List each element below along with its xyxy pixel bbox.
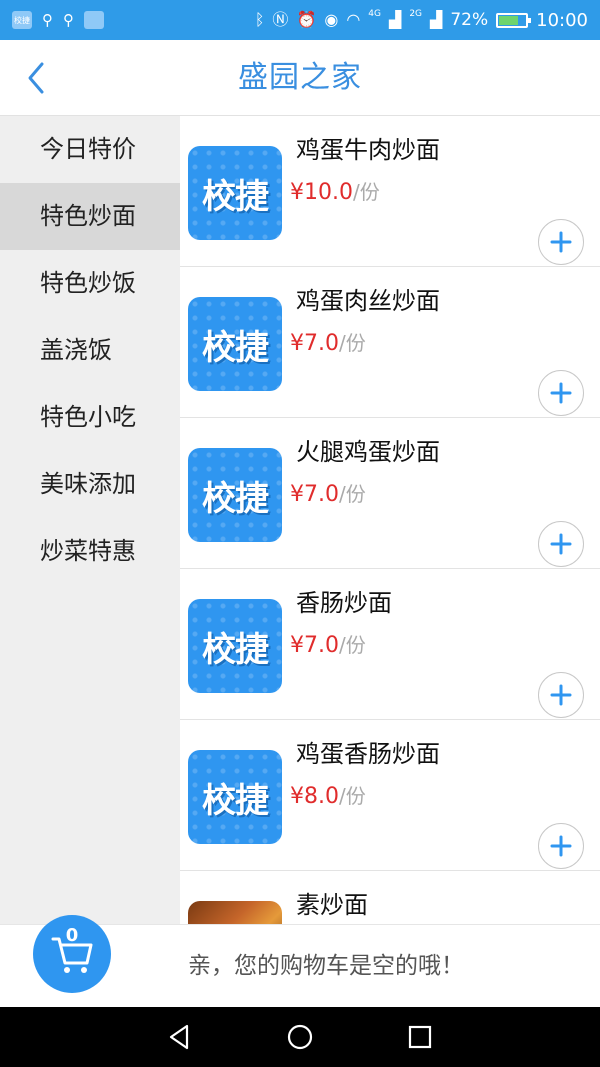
product-name: 鸡蛋肉丝炒面 <box>296 287 440 315</box>
plus-icon <box>550 533 572 555</box>
sidebar-item-rice-bowl[interactable]: 盖浇饭 <box>0 317 180 384</box>
plus-icon <box>550 835 572 857</box>
plus-icon <box>550 684 572 706</box>
network-2g-label: 2G <box>409 9 423 19</box>
product-item[interactable]: 校捷 香肠炒面 ¥7.0/份 <box>180 569 600 720</box>
usb-icon: ⚲ <box>42 11 53 29</box>
plus-icon <box>550 382 572 404</box>
square-recent-icon <box>408 1025 432 1049</box>
product-price-row: ¥7.0/份 <box>290 327 366 356</box>
product-price-row: ¥10.0/份 <box>290 176 380 205</box>
battery-percent: 72% <box>450 10 489 30</box>
bluetooth-icon: ᛒ <box>254 10 265 29</box>
sidebar-item-today-special[interactable]: 今日特价 <box>0 116 180 183</box>
eye-icon: ◉ <box>324 10 339 29</box>
status-bar: 校捷 ⚲ ⚲ ᛒ Ⓝ ⏰ ◉ ◠ 4G ▟ 2G ▟ 72% 10:00 <box>0 0 600 40</box>
status-right: ᛒ Ⓝ ⏰ ◉ ◠ 4G ▟ 2G ▟ 72% 10:00 <box>254 9 588 31</box>
product-image-logo: 校捷 <box>202 478 269 519</box>
back-chevron-icon <box>28 62 44 94</box>
app-header: 盛园之家 <box>0 40 600 116</box>
cart-button[interactable]: 0 <box>33 915 111 993</box>
sidebar-item-extras[interactable]: 美味添加 <box>0 451 180 518</box>
add-to-cart-button[interactable] <box>538 672 584 718</box>
battery-fill <box>499 15 518 25</box>
product-image-logo: 校捷 <box>202 780 269 821</box>
wifi-icon: ◠ <box>346 10 361 29</box>
nav-recent-button[interactable] <box>400 1017 440 1057</box>
product-price-row: ¥7.0/份 <box>290 629 366 658</box>
usb-icon-2: ⚲ <box>63 11 74 29</box>
product-price: ¥7.0 <box>290 482 339 507</box>
product-price: ¥7.0 <box>290 633 339 658</box>
product-name: 素炒面 <box>296 891 368 919</box>
product-price: ¥7.0 <box>290 331 339 356</box>
product-image: 校捷 <box>188 146 282 240</box>
product-price-row: ¥7.0/份 <box>290 478 366 507</box>
product-item[interactable]: 校捷 鸡蛋香肠炒面 ¥8.0/份 <box>180 720 600 871</box>
nav-back-button[interactable] <box>160 1017 200 1057</box>
product-image: 校捷 <box>188 599 282 693</box>
network-4g-label: 4G <box>368 9 381 19</box>
product-name: 鸡蛋牛肉炒面 <box>296 136 440 164</box>
product-list[interactable]: 校捷 鸡蛋牛肉炒面 ¥10.0/份 校捷 鸡蛋肉丝炒面 ¥7.0/份 校捷 火腿… <box>180 116 600 924</box>
product-unit: /份 <box>338 331 366 355</box>
product-item[interactable]: 校捷 鸡蛋肉丝炒面 ¥7.0/份 <box>180 267 600 418</box>
add-to-cart-button[interactable] <box>538 219 584 265</box>
sidebar-item-snacks[interactable]: 特色小吃 <box>0 384 180 451</box>
product-image-logo: 校捷 <box>202 629 269 670</box>
product-item[interactable]: 素炒面 <box>180 871 600 924</box>
triangle-back-icon <box>169 1024 189 1050</box>
xiaojie-app-icon: 校捷 <box>12 11 32 29</box>
category-sidebar: 今日特价 特色炒面 特色炒饭 盖浇饭 特色小吃 美味添加 炒菜特惠 <box>0 116 180 924</box>
product-photo <box>188 901 282 924</box>
plus-icon <box>550 231 572 253</box>
product-price-row: ¥8.0/份 <box>290 780 366 809</box>
cart-empty-message: 亲，您的购物车是空的哦！ <box>188 953 464 979</box>
product-name: 火腿鸡蛋炒面 <box>296 438 440 466</box>
product-unit: /份 <box>338 633 366 657</box>
product-image: 校捷 <box>188 750 282 844</box>
product-image-logo: 校捷 <box>202 327 269 368</box>
product-unit: /份 <box>352 180 380 204</box>
product-unit: /份 <box>338 482 366 506</box>
product-item[interactable]: 校捷 鸡蛋牛肉炒面 ¥10.0/份 <box>180 116 600 267</box>
app-root: 校捷 ⚲ ⚲ ᛒ Ⓝ ⏰ ◉ ◠ 4G ▟ 2G ▟ 72% 10:00 盛园之… <box>0 0 600 1067</box>
battery-icon <box>496 12 532 28</box>
notification-app-icon <box>84 11 104 29</box>
nfc-icon: Ⓝ <box>272 10 289 29</box>
nav-home-button[interactable] <box>280 1017 320 1057</box>
navigation-bar <box>0 1007 600 1067</box>
product-unit: /份 <box>338 784 366 808</box>
product-name: 香肠炒面 <box>296 589 392 617</box>
product-image: 校捷 <box>188 448 282 542</box>
product-item[interactable]: 校捷 火腿鸡蛋炒面 ¥7.0/份 <box>180 418 600 569</box>
product-price: ¥10.0 <box>290 180 353 205</box>
sidebar-item-dishes[interactable]: 炒菜特惠 <box>0 518 180 585</box>
page-title: 盛园之家 <box>238 60 362 95</box>
product-image: 校捷 <box>188 297 282 391</box>
cart-bar: 0 亲，您的购物车是空的哦！ <box>0 915 600 1007</box>
product-image-logo: 校捷 <box>202 176 269 217</box>
signal-icon-2: ▟ <box>430 10 443 29</box>
circle-home-icon <box>287 1024 313 1050</box>
product-name: 鸡蛋香肠炒面 <box>296 740 440 768</box>
sidebar-item-fried-noodles[interactable]: 特色炒面 <box>0 183 180 250</box>
alarm-icon: ⏰ <box>296 10 317 29</box>
status-time: 10:00 <box>536 9 588 31</box>
add-to-cart-button[interactable] <box>538 370 584 416</box>
status-left: 校捷 ⚲ ⚲ <box>12 11 104 29</box>
back-button[interactable] <box>18 56 58 100</box>
product-price: ¥8.0 <box>290 784 339 809</box>
cart-count: 0 <box>65 925 79 946</box>
signal-icon: ▟ <box>389 10 402 29</box>
add-to-cart-button[interactable] <box>538 521 584 567</box>
sidebar-item-fried-rice[interactable]: 特色炒饭 <box>0 250 180 317</box>
add-to-cart-button[interactable] <box>538 823 584 869</box>
